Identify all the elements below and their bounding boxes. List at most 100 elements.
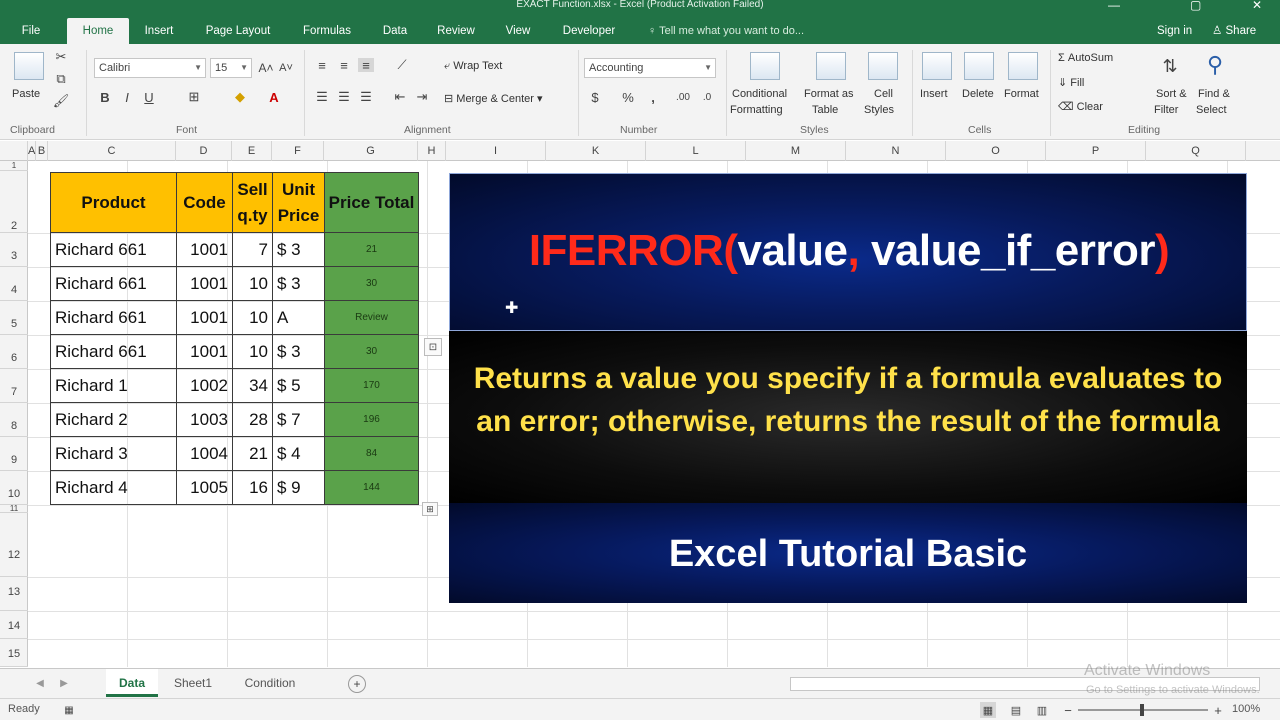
tab-page-layout[interactable]: Page Layout [194,18,282,44]
cell-unit-price[interactable]: $ 3 [272,334,325,369]
macro-record-icon[interactable]: ▦ [62,703,76,717]
cell-product[interactable]: Richard 661 [50,232,177,267]
cell-sell-qty[interactable]: 28 [232,402,273,437]
tab-formulas[interactable]: Formulas [292,18,362,44]
search-icon[interactable]: ⚲ [1200,50,1230,80]
column-header[interactable]: M [746,141,846,161]
cell-product[interactable]: Richard 661 [50,266,177,301]
borders-icon[interactable]: ⊞ [186,89,202,104]
quick-analysis-icon[interactable]: ⊞ [422,502,438,516]
find-select-label-2[interactable]: Select [1196,104,1227,116]
row-header[interactable]: 14 [0,611,28,639]
font-color-icon[interactable]: A [266,90,282,105]
row-header[interactable]: 5 [0,301,28,335]
cell-sell-qty[interactable]: 16 [232,470,273,505]
cell-code[interactable]: 1002 [176,368,233,403]
cell-code[interactable]: 1004 [176,436,233,471]
row-header[interactable]: 3 [0,233,28,267]
column-header[interactable]: N [846,141,946,161]
row-header[interactable]: 8 [0,403,28,437]
zoom-in-icon[interactable]: + [1212,702,1224,718]
increase-decimal-icon[interactable]: .00 [674,90,692,104]
cell-price-total[interactable]: 144 [324,470,419,505]
comma-style-icon[interactable]: , [646,90,660,105]
tab-review[interactable]: Review [428,18,484,44]
sign-in-link[interactable]: Sign in [1157,18,1192,44]
merge-center-button[interactable]: ⊟ Merge & Center ▾ [444,92,543,105]
fill-button[interactable]: ⇓ Fill [1058,76,1084,89]
maximize-icon[interactable]: ▢ [1190,0,1201,12]
cell-code[interactable]: 1005 [176,470,233,505]
row-header[interactable]: 12 [0,513,28,577]
underline-icon[interactable]: U [142,90,156,105]
wrap-text-button[interactable]: ⤶ Wrap Text [444,60,502,73]
header-product[interactable]: Product [50,172,177,233]
sort-filter-label[interactable]: Sort & [1156,88,1187,100]
format-as-table-label[interactable]: Format as [804,88,854,100]
font-size-select[interactable]: 15 ▼ [210,58,252,78]
cell-product[interactable]: Richard 3 [50,436,177,471]
decrease-font-icon[interactable]: A˅ [278,60,294,76]
currency-icon[interactable]: $ [588,90,602,105]
column-header[interactable]: O [946,141,1046,161]
cut-icon[interactable]: ✂ [54,49,68,64]
format-as-table-icon[interactable] [816,52,846,80]
bold-icon[interactable]: B [98,90,112,105]
cell-styles-label[interactable]: Cell [874,88,893,100]
cell-product[interactable]: Richard 661 [50,300,177,335]
cell-unit-price[interactable]: $ 3 [272,232,325,267]
row-header[interactable]: 1 [0,161,28,171]
column-header[interactable]: L [646,141,746,161]
align-center-icon[interactable]: ☰ [336,89,352,104]
header-code[interactable]: Code [176,172,233,233]
percent-icon[interactable]: % [620,90,636,105]
cell-price-total[interactable]: 170 [324,368,419,403]
insert-cells-label[interactable]: Insert [920,88,948,100]
align-right-icon[interactable]: ☰ [358,89,374,104]
row-header[interactable]: 7 [0,369,28,403]
insert-cells-icon[interactable] [922,52,952,80]
cell-code[interactable]: 1001 [176,266,233,301]
cell-product[interactable]: Richard 2 [50,402,177,437]
copy-icon[interactable]: ⧉ [54,71,68,86]
clear-button[interactable]: ⌫ Clear [1058,100,1103,113]
cell-code[interactable]: 1001 [176,300,233,335]
cell-price-total[interactable]: 21 [324,232,419,267]
format-as-table-label-2[interactable]: Table [812,104,838,116]
column-header[interactable]: I [446,141,546,161]
increase-indent-icon[interactable]: ⇥ [414,89,430,104]
column-header[interactable]: K [546,141,646,161]
format-cells-icon[interactable] [1008,52,1038,80]
column-header[interactable]: E [232,141,272,161]
cell-price-total[interactable]: 30 [324,266,419,301]
cell-product[interactable]: Richard 4 [50,470,177,505]
cell-code[interactable]: 1003 [176,402,233,437]
cell-sell-qty[interactable]: 21 [232,436,273,471]
cell-price-total[interactable]: Review [324,300,419,335]
cell-sell-qty[interactable]: 10 [232,266,273,301]
tab-view[interactable]: View [496,18,540,44]
paste-options-icon[interactable]: ⊡ [424,338,442,356]
paste-icon[interactable] [14,52,44,80]
cell-price-total[interactable]: 84 [324,436,419,471]
tab-home[interactable]: Home [67,18,129,44]
cell-product[interactable]: Richard 661 [50,334,177,369]
delete-cells-icon[interactable] [964,52,994,80]
page-break-view-icon[interactable]: ▥ [1034,702,1050,718]
sort-filter-label-2[interactable]: Filter [1154,104,1178,116]
column-header[interactable]: C [48,141,176,161]
column-header[interactable]: F [272,141,324,161]
next-sheet-icon[interactable]: ▶ [58,676,70,690]
format-painter-icon[interactable]: 🖌 [53,93,70,108]
cell-code[interactable]: 1001 [176,232,233,267]
align-top-icon[interactable]: ≡ [314,58,330,73]
cell-styles-label-2[interactable]: Styles [864,104,894,116]
zoom-level[interactable]: 100% [1232,703,1260,715]
fill-color-icon[interactable]: ◆ [232,89,248,104]
decrease-decimal-icon[interactable]: .0 [698,90,716,104]
cell-sell-qty[interactable]: 10 [232,334,273,369]
cell-code[interactable]: 1001 [176,334,233,369]
add-sheet-icon[interactable]: + [348,675,366,693]
conditional-formatting-label-2[interactable]: Formatting [730,104,783,116]
delete-cells-label[interactable]: Delete [962,88,994,100]
